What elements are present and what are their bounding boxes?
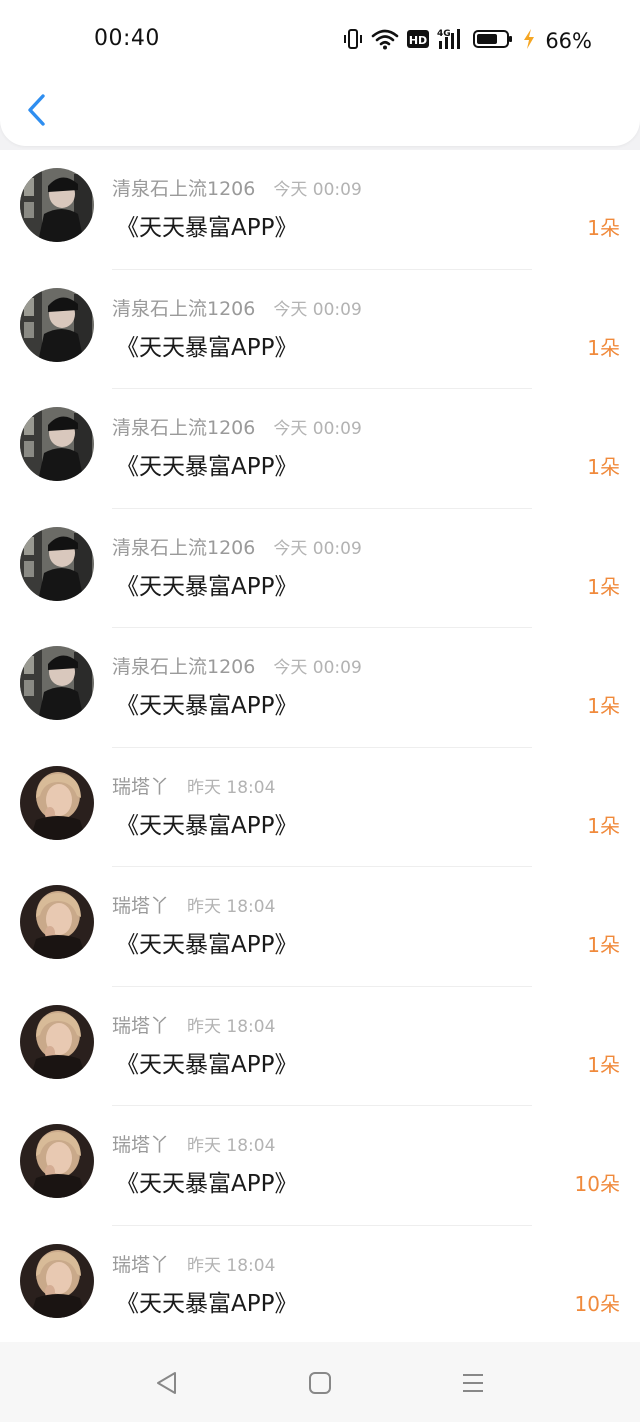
gift-message: 《天天暴富APP》	[116, 693, 298, 719]
battery-icon	[473, 28, 515, 54]
flower-count: 1朵	[587, 694, 620, 718]
sender-name[interactable]: 瑞塔丫	[112, 891, 169, 918]
sender-name[interactable]: 瑞塔丫	[112, 772, 169, 799]
gift-list[interactable]: 清泉石上流1206 今天 00:09 《天天暴富APP》 1朵 清泉石上流1206 今天 …	[0, 150, 640, 1342]
system-nav-bar	[0, 1342, 640, 1422]
flower-count: 1朵	[587, 216, 620, 240]
gift-list-item[interactable]: 清泉石上流1206 今天 00:09 《天天暴富APP》 1朵	[0, 509, 640, 628]
gift-list-item[interactable]: 瑞塔丫 昨天 18:04 《天天暴富APP》 1朵	[0, 748, 640, 867]
gift-list-item[interactable]: 瑞塔丫 昨天 18:04 《天天暴富APP》 1朵	[0, 867, 640, 987]
gift-list-item[interactable]: 清泉石上流1206 今天 00:09 《天天暴富APP》 1朵	[0, 628, 640, 748]
gift-list-item[interactable]: 清泉石上流1206 今天 00:09 《天天暴富APP》 1朵	[0, 389, 640, 509]
gift-time: 昨天 18:04	[187, 1016, 276, 1037]
sender-meta: 瑞塔丫 昨天 18:04	[112, 1250, 275, 1277]
sender-name[interactable]: 清泉石上流1206	[112, 174, 255, 201]
nav-home-button[interactable]	[305, 1368, 335, 1398]
sender-name[interactable]: 瑞塔丫	[112, 1250, 169, 1277]
cellular-signal-icon: 4G	[437, 27, 465, 55]
gift-time: 今天 00:09	[273, 180, 362, 200]
flower-count: 1朵	[587, 813, 620, 838]
gift-list-item[interactable]: 瑞塔丫 昨天 18:04 《天天暴富APP》 1朵	[0, 987, 640, 1106]
flower-count: 1朵	[587, 1052, 620, 1077]
sender-meta: 瑞塔丫 昨天 18:04	[112, 1011, 275, 1038]
charging-bolt-icon	[523, 28, 535, 54]
flower-count: 1朵	[587, 933, 620, 957]
gift-list-item[interactable]: 瑞塔丫 昨天 18:04 《天天暴富APP》 10朵	[0, 1106, 640, 1226]
gift-message: 《天天暴富APP》	[116, 573, 298, 600]
avatar[interactable]	[20, 287, 94, 362]
menu-lines-icon	[463, 1374, 483, 1392]
avatar[interactable]	[20, 765, 94, 840]
sender-meta: 清泉石上流1206 今天 00:09	[112, 174, 362, 201]
flower-count: 1朵	[587, 335, 620, 360]
gift-message: 《天天暴富APP》	[116, 1171, 298, 1197]
sender-meta: 瑞塔丫 昨天 18:04	[112, 772, 275, 799]
sender-name[interactable]: 清泉石上流1206	[112, 652, 255, 679]
nav-back-button[interactable]	[152, 1368, 182, 1398]
flower-count: 1朵	[587, 574, 620, 599]
avatar[interactable]	[20, 168, 94, 242]
gift-time: 今天 00:09	[273, 419, 362, 439]
sender-meta: 清泉石上流1206 今天 00:09	[112, 413, 362, 440]
gift-message: 《天天暴富APP》	[116, 1051, 298, 1078]
back-button[interactable]	[18, 90, 54, 130]
sender-name[interactable]: 瑞塔丫	[112, 1130, 169, 1157]
sender-meta: 清泉石上流1206 今天 00:09	[112, 294, 362, 321]
hd-icon: HD	[407, 29, 430, 53]
sender-meta: 清泉石上流1206 今天 00:09	[112, 652, 362, 679]
sender-meta: 瑞塔丫 昨天 18:04	[112, 891, 275, 918]
gift-time: 今天 00:09	[273, 299, 362, 320]
sender-name[interactable]: 清泉石上流1206	[112, 294, 255, 321]
sender-meta: 瑞塔丫 昨天 18:04	[112, 1130, 275, 1157]
sender-meta: 清泉石上流1206 今天 00:09	[112, 533, 362, 560]
gift-time: 昨天 18:04	[187, 1255, 276, 1276]
avatar[interactable]	[20, 885, 94, 959]
gift-time: 昨天 18:04	[187, 897, 276, 917]
sender-name[interactable]: 清泉石上流1206	[112, 533, 255, 560]
gift-message: 《天天暴富APP》	[116, 812, 298, 839]
gift-message: 《天天暴富APP》	[116, 1290, 298, 1317]
nav-menu-button[interactable]	[458, 1368, 488, 1398]
flower-count: 10朵	[574, 1291, 620, 1316]
avatar[interactable]	[20, 646, 94, 720]
gift-list-item[interactable]: 清泉石上流1206 今天 00:09 《天天暴富APP》 1朵	[0, 270, 640, 389]
sender-name[interactable]: 清泉石上流1206	[112, 413, 255, 440]
gift-message: 《天天暴富APP》	[116, 215, 298, 241]
gift-time: 今天 00:09	[273, 658, 362, 678]
avatar[interactable]	[20, 526, 94, 601]
gift-time: 今天 00:09	[273, 538, 362, 559]
gift-message: 《天天暴富APP》	[116, 932, 298, 958]
chevron-left-icon	[28, 94, 45, 126]
gift-list-item[interactable]: 瑞塔丫 昨天 18:04 《天天暴富APP》 10朵	[0, 1226, 640, 1343]
wifi-icon	[371, 28, 399, 54]
battery-percent: 66%	[545, 29, 592, 53]
svg-text:HD: HD	[409, 34, 427, 47]
avatar[interactable]	[20, 1004, 94, 1079]
gift-list-item[interactable]: 清泉石上流1206 今天 00:09 《天天暴富APP》 1朵	[0, 150, 640, 270]
avatar[interactable]	[20, 1124, 94, 1198]
square-home-icon	[309, 1372, 331, 1394]
status-time: 00:40	[94, 26, 160, 51]
network-type-label: 4G	[437, 29, 451, 39]
vibrate-icon	[343, 27, 363, 55]
top-header: 00:40 HD 4G 66%	[0, 0, 640, 146]
status-icons: HD 4G 66%	[343, 27, 592, 55]
avatar[interactable]	[20, 407, 94, 481]
flower-count: 1朵	[587, 455, 620, 479]
gift-time: 昨天 18:04	[187, 777, 276, 798]
avatar[interactable]	[20, 1243, 94, 1318]
sender-name[interactable]: 瑞塔丫	[112, 1011, 169, 1038]
gift-message: 《天天暴富APP》	[116, 334, 298, 361]
gift-time: 昨天 18:04	[187, 1136, 276, 1156]
triangle-back-icon	[157, 1372, 176, 1394]
gift-message: 《天天暴富APP》	[116, 454, 298, 480]
flower-count: 10朵	[574, 1172, 620, 1196]
